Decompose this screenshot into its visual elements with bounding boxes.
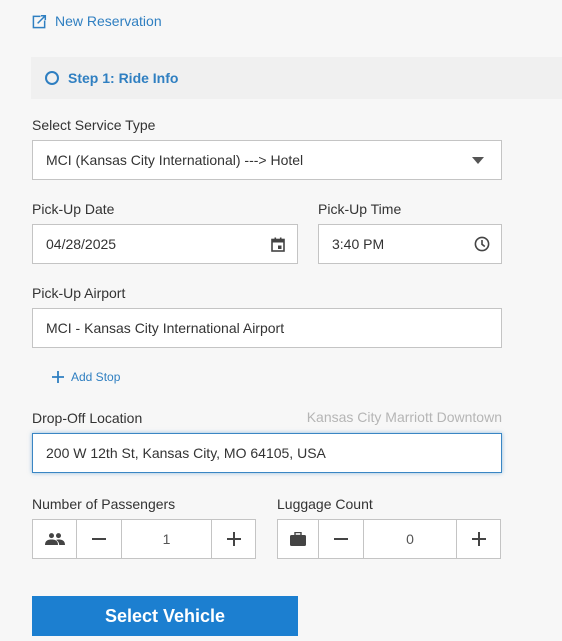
plus-icon [471,532,486,546]
luggage-increment-button[interactable] [457,520,500,558]
select-vehicle-button[interactable]: Select Vehicle [32,596,298,636]
pickup-time-input[interactable]: 3:40 PM [318,224,502,264]
pickup-date-input[interactable]: 04/28/2025 [32,224,298,264]
add-stop-button[interactable]: Add Stop [52,370,120,384]
step-title: Step 1: Ride Info [68,70,179,86]
new-reservation-label: New Reservation [55,13,162,29]
passengers-stepper: 1 [32,519,256,559]
passengers-label: Number of Passengers [32,496,176,512]
new-reservation-link[interactable]: New Reservation [32,13,162,29]
minus-icon [334,538,348,540]
reservation-form-page: New Reservation Step 1: Ride Info Select… [0,0,562,641]
service-type-label: Select Service Type [32,117,156,133]
external-edit-icon [32,13,47,28]
passengers-icon-cell [33,520,77,558]
dropoff-location-input[interactable]: 200 W 12th St, Kansas City, MO 64105, US… [32,433,502,473]
pickup-airport-input[interactable]: MCI - Kansas City International Airport [32,308,502,348]
luggage-stepper: 0 [277,519,501,559]
clock-icon[interactable] [473,235,491,253]
step-header[interactable]: Step 1: Ride Info [31,57,562,99]
suitcase-icon [290,532,306,546]
pickup-airport-value: MCI - Kansas City International Airport [46,320,285,336]
plus-icon [52,371,64,383]
pickup-time-label: Pick-Up Time [318,201,402,217]
plus-icon [226,532,241,546]
passengers-decrement-button[interactable] [77,520,122,558]
add-stop-label: Add Stop [71,370,121,384]
people-icon [44,533,65,545]
luggage-count[interactable]: 0 [364,520,457,558]
service-type-select[interactable]: MCI (Kansas City International) ---> Hot… [32,140,502,180]
dropoff-value: 200 W 12th St, Kansas City, MO 64105, US… [46,445,326,461]
passengers-count[interactable]: 1 [122,520,212,558]
calendar-icon[interactable] [269,235,287,253]
dropoff-hint: Kansas City Marriott Downtown [306,409,502,425]
luggage-label: Luggage Count [277,496,373,512]
luggage-decrement-button[interactable] [319,520,364,558]
dropdown-caret-icon [469,151,487,169]
pickup-airport-label: Pick-Up Airport [32,285,126,301]
pickup-time-value: 3:40 PM [332,236,385,252]
luggage-icon-cell [278,520,319,558]
dropoff-label: Drop-Off Location [32,410,143,426]
pickup-date-value: 04/28/2025 [46,236,117,252]
minus-icon [92,538,106,540]
service-type-value: MCI (Kansas City International) ---> Hot… [46,152,304,168]
pickup-date-label: Pick-Up Date [32,201,115,217]
step-status-circle-icon [45,71,59,85]
passengers-increment-button[interactable] [212,520,255,558]
